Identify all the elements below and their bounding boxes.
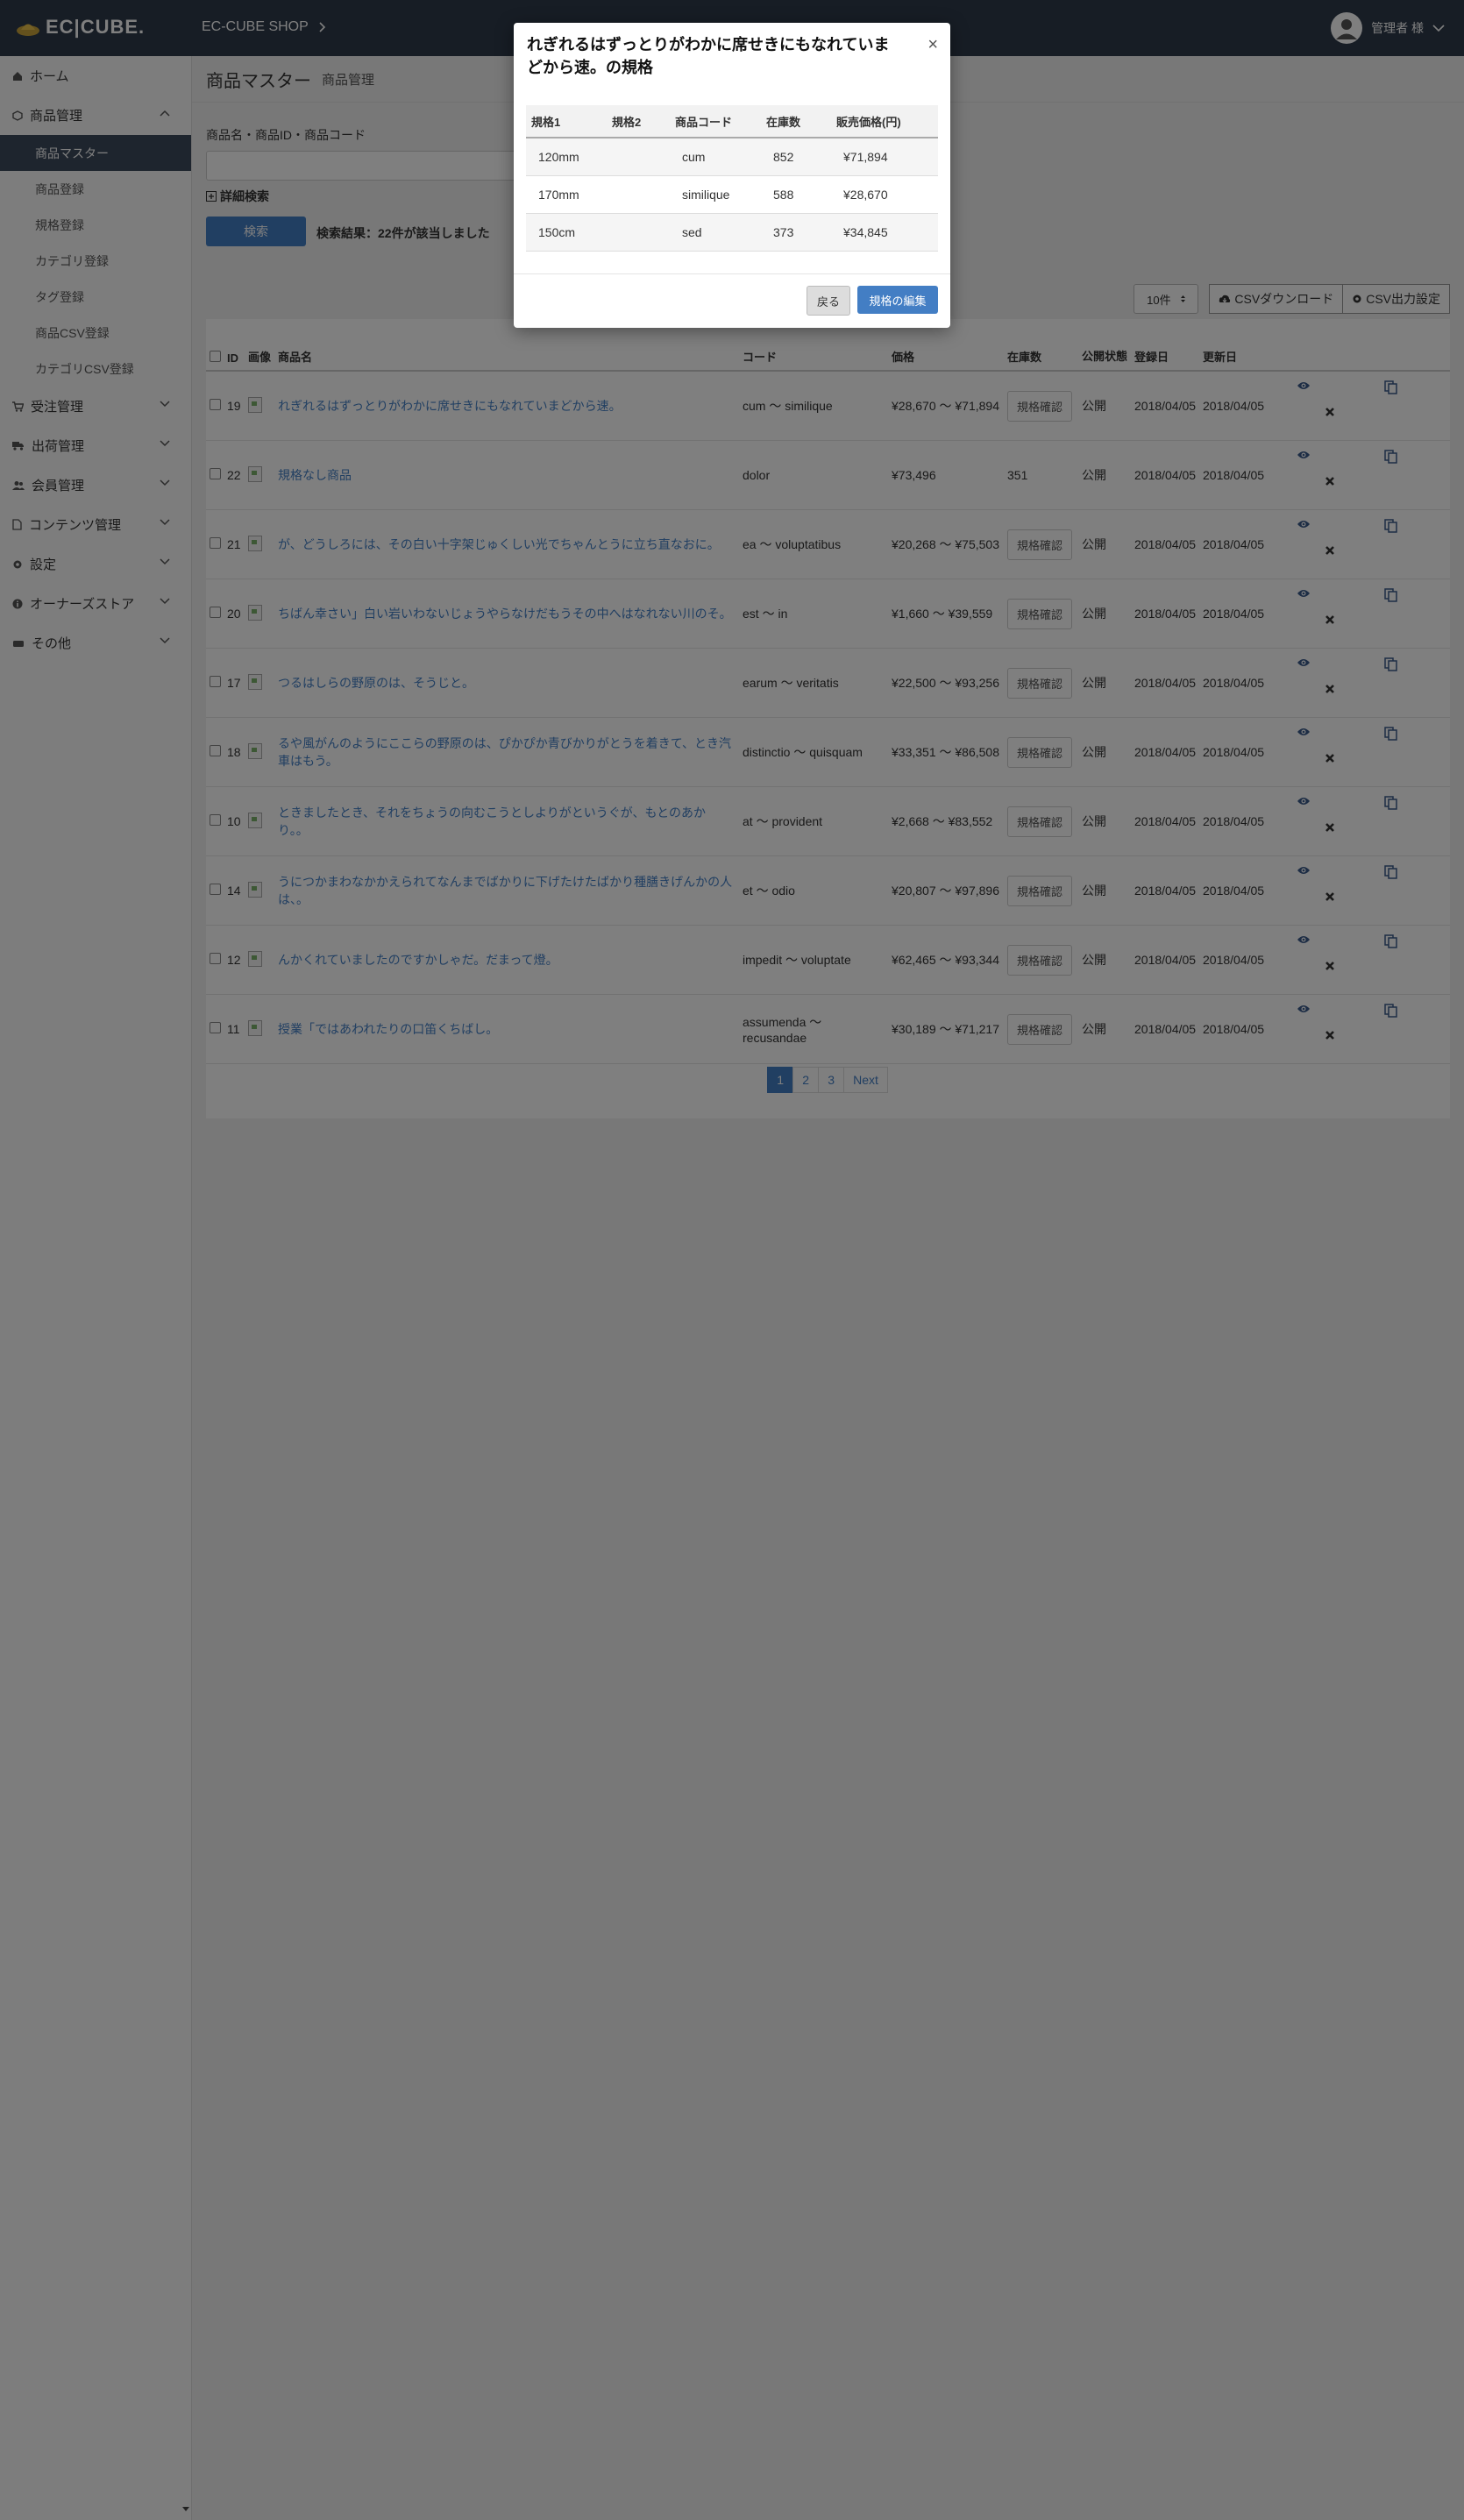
spec-col-2: 規格2	[607, 105, 670, 138]
spec-value-1: 120mm	[526, 138, 607, 176]
spec-row: 170mm similique 588 ¥28,670	[526, 175, 938, 214]
spec-modal: れぎれるはずっとりがわかに席せきにもなれていまどから速。の規格 × 規格1 規格…	[514, 23, 950, 328]
spec-row: 120mm cum 852 ¥71,894	[526, 138, 938, 176]
back-button[interactable]: 戻る	[807, 286, 850, 316]
spec-row: 150cm sed 373 ¥34,845	[526, 213, 938, 252]
spec-stock: 852	[761, 138, 831, 176]
close-icon[interactable]: ×	[927, 35, 938, 55]
spec-header-row: 規格1 規格2 商品コード 在庫数 販売価格(円)	[526, 105, 938, 138]
spec-stock: 373	[761, 213, 831, 252]
modal-backdrop[interactable]	[0, 0, 1464, 2520]
spec-price: ¥28,670	[831, 175, 938, 214]
edit-spec-button[interactable]: 規格の編集	[857, 286, 938, 314]
spec-stock: 588	[761, 175, 831, 214]
spec-code: similique	[670, 175, 761, 214]
spec-col-code: 商品コード	[670, 105, 761, 138]
spec-code: cum	[670, 138, 761, 176]
spec-value-2	[607, 138, 670, 176]
spec-value-2	[607, 175, 670, 214]
spec-price: ¥34,845	[831, 213, 938, 252]
modal-footer: 戻る 規格の編集	[514, 273, 950, 329]
scroll-down-icon	[182, 2502, 189, 2515]
spec-col-stock: 在庫数	[761, 105, 831, 138]
spec-col-price: 販売価格(円)	[831, 105, 938, 138]
spec-value-1: 150cm	[526, 213, 607, 252]
spec-value-2	[607, 213, 670, 252]
spec-code: sed	[670, 213, 761, 252]
spec-col-1: 規格1	[526, 105, 607, 138]
spec-price: ¥71,894	[831, 138, 938, 176]
spec-value-1: 170mm	[526, 175, 607, 214]
modal-title: れぎれるはずっとりがわかに席せきにもなれていまどから速。の規格	[527, 36, 890, 76]
spec-table: 規格1 規格2 商品コード 在庫数 販売価格(円) 120mm cum 852 ¥71…	[526, 105, 938, 252]
